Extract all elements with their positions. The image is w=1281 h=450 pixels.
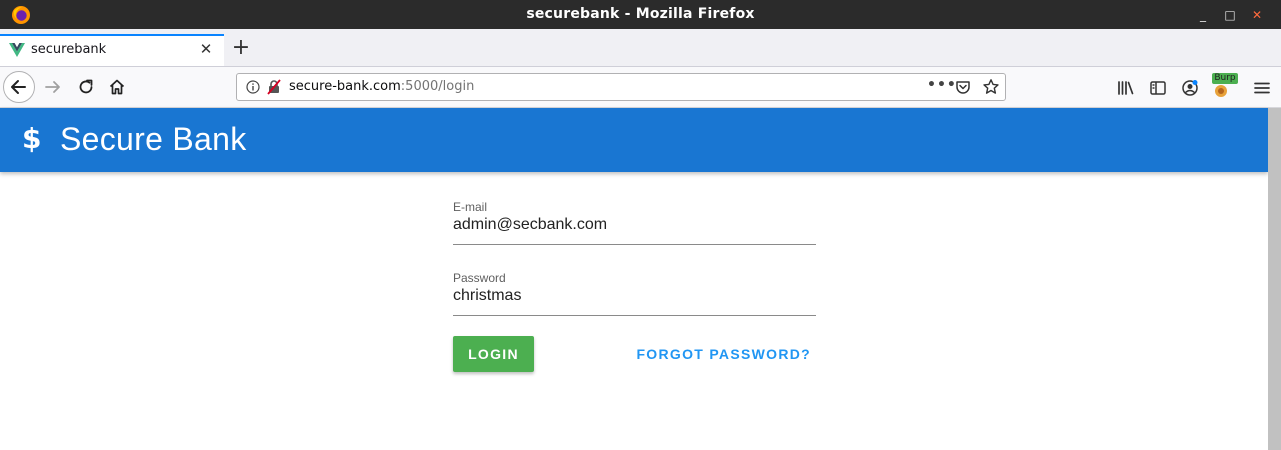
burp-extension-icon[interactable]: Burp <box>1210 73 1238 99</box>
url-host: secure-bank.com <box>289 79 401 94</box>
minimize-button[interactable]: _ <box>1196 8 1210 22</box>
site-info-icon[interactable] <box>246 80 260 94</box>
arrow-left-icon <box>11 80 26 94</box>
home-icon[interactable] <box>108 78 126 96</box>
forgot-password-button[interactable]: FORGOT PASSWORD? <box>631 336 811 372</box>
insecure-lock-icon[interactable] <box>266 79 282 95</box>
close-window-button[interactable]: ✕ <box>1250 8 1264 22</box>
hamburger-menu-icon[interactable] <box>1253 79 1271 97</box>
bookmark-star-icon[interactable] <box>982 78 1000 96</box>
library-icon[interactable] <box>1117 79 1135 97</box>
url-bar[interactable]: secure-bank.com:5000/login ••• <box>236 73 1006 101</box>
tab-close-icon[interactable]: ✕ <box>199 42 213 57</box>
reload-icon[interactable] <box>77 78 95 96</box>
sidebar-toggle-icon[interactable] <box>1149 79 1167 97</box>
url-text[interactable]: secure-bank.com:5000/login <box>289 79 474 94</box>
app-header: $ Secure Bank <box>0 108 1268 172</box>
navigation-toolbar: secure-bank.com:5000/login ••• Burp <box>0 67 1281 108</box>
tab-strip: securebank ✕ + <box>0 29 1281 67</box>
back-button[interactable] <box>3 71 35 103</box>
new-tab-button[interactable]: + <box>231 37 251 59</box>
email-field: E-mail <box>453 196 816 245</box>
page-actions-icon[interactable]: ••• <box>927 77 957 93</box>
password-input[interactable] <box>453 287 816 305</box>
pocket-icon[interactable] <box>955 79 971 95</box>
login-button[interactable]: LOGIN <box>453 336 534 372</box>
dollar-icon: $ <box>22 122 42 155</box>
page-scrollbar[interactable] <box>1268 108 1281 450</box>
app-title: Secure Bank <box>60 121 247 157</box>
maximize-button[interactable]: □ <box>1223 8 1237 22</box>
email-input[interactable] <box>453 216 816 234</box>
window-title: securebank - Mozilla Firefox <box>526 6 755 22</box>
tab-securebank[interactable]: securebank ✕ <box>0 34 224 66</box>
window-titlebar: securebank - Mozilla Firefox _ □ ✕ <box>0 0 1281 29</box>
email-label: E-mail <box>453 200 488 214</box>
burp-badge: Burp <box>1214 73 1236 83</box>
forward-arrow-icon[interactable] <box>44 78 62 96</box>
tab-label: securebank <box>31 42 107 57</box>
url-path: :5000/login <box>400 79 475 94</box>
vue-favicon-icon <box>9 43 25 57</box>
password-label: Password <box>453 271 506 285</box>
account-icon[interactable] <box>1181 79 1199 97</box>
password-field: Password <box>453 267 816 316</box>
login-form: E-mail Password LOGIN FORGOT PASSWORD? <box>453 196 816 372</box>
